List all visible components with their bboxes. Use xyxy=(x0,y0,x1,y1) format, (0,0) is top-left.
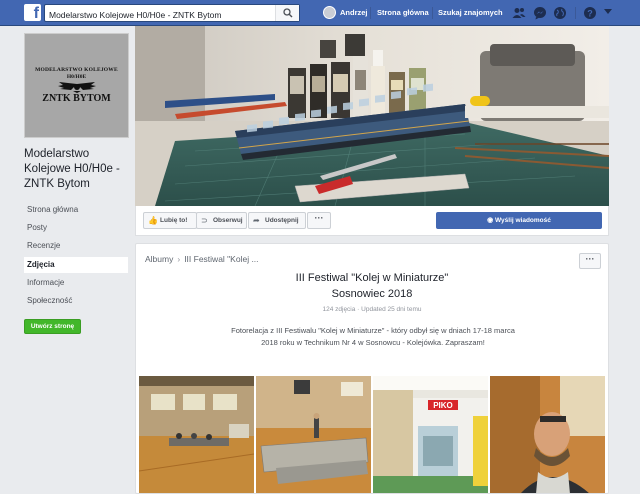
user-avatar[interactable] xyxy=(323,6,336,19)
search-input[interactable] xyxy=(45,7,270,23)
thumbs-up-icon: 👍 xyxy=(148,216,158,225)
wings-emblem-icon xyxy=(58,82,96,93)
send-message-label: Wyślij wiadomość xyxy=(495,217,551,224)
nav-divider xyxy=(575,7,576,19)
album-description-line: 2018 roku w Technikum Nr 4 w Sosnowcu - … xyxy=(261,338,485,347)
breadcrumb-albums-link[interactable]: Albumy xyxy=(145,254,173,264)
chevron-right-icon: › xyxy=(177,254,181,264)
page-action-bar: 👍 Lubię to! ⊃ Obserwuj ➦ Udostępnij ··· ◉ W… xyxy=(135,206,609,236)
logo-line3: ZNTK BYTOM xyxy=(42,93,111,104)
cover-photo-image xyxy=(135,26,609,206)
sidebar-item-reviews[interactable]: Recenzje xyxy=(24,238,128,254)
album-photo-thumbnail[interactable] xyxy=(256,376,371,493)
visitor-portrait-photo-image xyxy=(490,376,605,493)
like-label: Lubię to! xyxy=(160,217,188,224)
globe-notifications-icon[interactable] xyxy=(553,6,567,20)
search-button[interactable] xyxy=(275,5,299,21)
album-description: Fotorelacja z III Festiwalu "Kolej w Min… xyxy=(208,325,538,349)
album-photo-thumbnail[interactable]: PIKO xyxy=(373,376,488,493)
nav-divider xyxy=(370,7,371,19)
cover-photo[interactable] xyxy=(135,26,609,206)
top-navigation-bar: f Andrzej Strona główna Szukaj znajomych… xyxy=(0,0,640,26)
help-icon[interactable]: ? xyxy=(583,6,597,20)
share-button[interactable]: ➦ Udostępnij xyxy=(248,212,306,229)
album-title: III Festiwal "Kolej w Miniaturze" xyxy=(295,272,449,284)
search-icon xyxy=(283,8,293,18)
album-photo-thumbnail[interactable] xyxy=(139,376,254,493)
layout-tables-photo-image xyxy=(256,376,371,493)
nav-divider xyxy=(432,7,433,19)
logo-line1: MODELARSTWO KOLEJOWE xyxy=(35,67,118,73)
share-arrow-icon: ➦ xyxy=(253,216,260,225)
album-card: Albumy › III Festiwal "Kolej ... ··· III F… xyxy=(135,243,609,494)
sidebar-item-community[interactable]: Społeczność xyxy=(24,293,128,309)
sidebar-item-posts[interactable]: Posty xyxy=(24,220,128,236)
messenger-icon[interactable] xyxy=(533,6,547,20)
logo-line2: H0/H0E xyxy=(66,74,87,80)
album-photo-thumbnail[interactable] xyxy=(490,376,605,493)
follow-label: Obserwuj xyxy=(213,217,243,224)
piko-sign: PIKO xyxy=(433,401,453,410)
send-message-button[interactable]: ◉ Wyślij wiadomość xyxy=(436,212,602,229)
help-glyph: ? xyxy=(587,8,593,18)
rss-icon: ⊃ xyxy=(201,216,208,225)
profile-link[interactable]: Andrzej xyxy=(340,8,368,17)
sidebar-item-about[interactable]: Informacje xyxy=(24,275,128,291)
sidebar-item-home[interactable]: Strona główna xyxy=(24,202,128,218)
page-title-line: ZNTK Bytom xyxy=(24,178,90,190)
exhibition-booth-photo-image: PIKO xyxy=(373,376,488,493)
create-page-button[interactable]: Utwórz stronę xyxy=(24,319,81,334)
page-title[interactable]: Modelarstwo Kolejowe H0/H0e - ZNTK Bytom xyxy=(24,147,134,192)
album-more-button[interactable]: ··· xyxy=(579,253,601,269)
search-box[interactable] xyxy=(44,4,300,23)
page-profile-picture[interactable]: MODELARSTWO KOLEJOWE H0/H0E ZNTK BYTOM xyxy=(24,33,129,138)
page-title-line: Kolejowe H0/H0e - xyxy=(24,163,120,175)
more-options-button[interactable]: ··· xyxy=(307,212,331,229)
messenger-icon: ◉ xyxy=(487,217,494,224)
facebook-logo-icon[interactable]: f xyxy=(24,4,41,21)
find-friends-link[interactable]: Szukaj znajomych xyxy=(438,8,503,17)
home-link[interactable]: Strona główna xyxy=(377,8,429,17)
follow-button[interactable]: ⊃ Obserwuj xyxy=(196,212,247,229)
album-description-line: Fotorelacja z III Festiwalu "Kolej w Min… xyxy=(231,326,515,335)
breadcrumb-current: III Festiwal "Kolej ... xyxy=(184,254,259,264)
hall-photo-image xyxy=(139,376,254,493)
like-button[interactable]: 👍 Lubię to! xyxy=(143,212,197,229)
album-subtitle: Sosnowiec 2018 xyxy=(331,288,413,300)
album-meta: 124 zdjęcia · Updated 25 dni temu xyxy=(322,306,422,313)
friend-requests-icon[interactable] xyxy=(512,6,526,20)
account-menu-caret-icon[interactable] xyxy=(604,9,612,14)
share-label: Udostępnij xyxy=(265,217,299,224)
page-title-line: Modelarstwo xyxy=(24,148,90,160)
sidebar-item-photos[interactable]: Zdjęcia xyxy=(24,257,128,273)
breadcrumb: Albumy › III Festiwal "Kolej ... xyxy=(145,254,259,264)
